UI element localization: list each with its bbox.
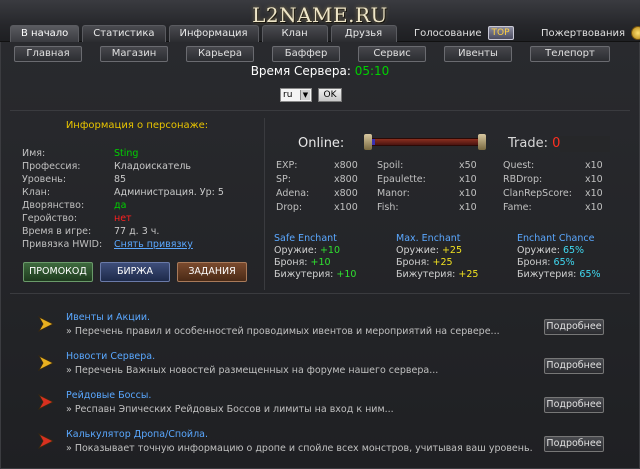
nav-service-button[interactable]: Сервис: [358, 46, 426, 62]
safe-enchant-title: Safe Enchant: [274, 233, 337, 244]
tasks-button[interactable]: ЗАДАНИЯ: [177, 262, 247, 282]
bar-cap-left-icon: [364, 134, 372, 150]
chance-armor: Броня: 65%: [517, 257, 575, 268]
bar-cap-right-icon: [478, 134, 486, 150]
news-title-calc[interactable]: Калькулятор Дропа/Спойла.: [66, 429, 208, 440]
nav-events-button[interactable]: Ивенты: [444, 46, 512, 62]
top-bar: L2NAME.RU В начало Статистика Информация…: [0, 0, 640, 42]
trade-label: Trade:: [508, 136, 548, 151]
trade-bar: [560, 136, 610, 152]
nav-teleport-button[interactable]: Телепорт: [530, 46, 610, 62]
language-select[interactable]: ru ▼: [280, 88, 312, 102]
more-button-server[interactable]: Подробнее: [544, 358, 604, 374]
site-logo: L2NAME.RU: [252, 3, 388, 27]
unbind-hwid-link[interactable]: Снять привязку: [114, 239, 193, 250]
divider-news: [10, 293, 630, 294]
online-bar-track: [368, 138, 482, 146]
arrow-right-icon: [38, 394, 54, 410]
vote-badge-icon[interactable]: TOP: [487, 26, 514, 40]
more-button-calc[interactable]: Подробнее: [544, 436, 604, 452]
exchange-button[interactable]: БИРЖА: [100, 262, 170, 282]
vote-link[interactable]: Голосование TOP: [414, 26, 514, 40]
char-row-playtime: Время в игре: 77 д. 3 ч.: [22, 226, 160, 237]
news-item-events: Ивенты и Акции. » Перечень правил и особ…: [10, 304, 630, 344]
vote-label: Голосование: [414, 27, 482, 39]
arrow-right-icon: [38, 355, 54, 371]
news-desc-raid: » Респавн Эпических Рейдовых Боссов и ли…: [66, 404, 394, 415]
tab-friends[interactable]: Друзья: [330, 25, 397, 42]
nav-buffer-button[interactable]: Баффер: [272, 46, 340, 62]
chance-weapon: Оружие: 65%: [517, 245, 585, 256]
char-row-name: Имя: Sting: [22, 148, 139, 159]
arrow-right-icon: [38, 433, 54, 449]
server-time: Время Сервера: 05:10: [0, 64, 640, 78]
nav-career-button[interactable]: Карьера: [186, 46, 254, 62]
language-row: ru ▼ OK: [280, 88, 342, 102]
online-label: Online:: [298, 136, 345, 151]
news-desc-events: » Перечень правил и особенностей проводи…: [66, 326, 500, 337]
safe-enchant-jewelry: Бижутерия: +10: [274, 269, 357, 280]
news-item-raid-bosses: Рейдовые Боссы. » Респавн Эпических Рейд…: [10, 382, 630, 422]
news-item-drop-calc: Калькулятор Дропа/Спойла. » Показывает т…: [10, 421, 630, 461]
language-value: ru: [283, 90, 293, 100]
news-item-server-news: Новости Сервера. » Перечень Важных новос…: [10, 343, 630, 383]
donate-link[interactable]: Пожертвования: [541, 26, 640, 40]
news-title-server[interactable]: Новости Сервера.: [66, 351, 155, 362]
chevron-down-icon[interactable]: ▼: [300, 90, 310, 100]
trade-counter: Trade: 0: [508, 136, 560, 151]
tab-information[interactable]: Информация: [168, 25, 259, 42]
char-row-profession: Профессия: Кладоискатель: [22, 161, 192, 172]
donate-label: Пожертвования: [541, 27, 626, 39]
safe-enchant-armor: Броня: +10: [274, 257, 331, 268]
arrow-right-icon: [38, 316, 54, 332]
character-title: Информация о персонаже:: [65, 120, 209, 131]
max-enchant-jewelry: Бижутерия: +25: [396, 269, 479, 280]
char-row-hero: Геройство: нет: [22, 213, 132, 224]
max-enchant-weapon: Оружие: +25: [396, 245, 463, 256]
char-row-noble: Дворянство: да: [22, 200, 127, 211]
tab-clan[interactable]: Клан: [261, 25, 328, 42]
nav-shop-button[interactable]: Магазин: [100, 46, 168, 62]
news-title-raid[interactable]: Рейдовые Боссы.: [66, 390, 151, 401]
promocode-button[interactable]: ПРОМОКОД: [23, 262, 93, 282]
chance-jewelry: Бижутерия: 65%: [517, 269, 601, 280]
more-button-events[interactable]: Подробнее: [544, 319, 604, 335]
server-time-label: Время Сервера:: [250, 64, 351, 78]
tab-statistics[interactable]: Статистика: [82, 25, 166, 42]
online-bar: [364, 132, 486, 152]
news-desc-server: » Перечень Важных новостей размещенных н…: [66, 365, 439, 376]
language-ok-button[interactable]: OK: [318, 88, 342, 102]
char-row-clan: Клан: Администрация. Ур: 5: [22, 187, 224, 198]
coins-icon[interactable]: [631, 26, 640, 40]
char-row-hwid: Привязка HWID: Снять привязку: [22, 239, 193, 250]
more-button-raid[interactable]: Подробнее: [544, 397, 604, 413]
max-enchant-armor: Броня: +25: [396, 257, 453, 268]
tab-home[interactable]: В начало: [10, 25, 80, 42]
enchant-chance-title: Enchant Chance: [517, 233, 595, 244]
news-desc-calc: » Показывает точную информацию о дропе и…: [66, 443, 533, 454]
main-tabs: В начало Статистика Информация Клан Друз…: [10, 25, 397, 42]
divider-top: [10, 110, 630, 111]
news-title-events[interactable]: Ивенты и Акции.: [66, 312, 150, 323]
safe-enchant-weapon: Оружие: +10: [274, 245, 341, 256]
nav-main-button[interactable]: Главная: [14, 46, 82, 62]
char-row-level: Уровень: 85: [22, 174, 127, 185]
vertical-divider: [264, 118, 265, 290]
max-enchant-title: Max. Enchant: [396, 233, 461, 244]
server-time-value: 05:10: [354, 64, 390, 78]
